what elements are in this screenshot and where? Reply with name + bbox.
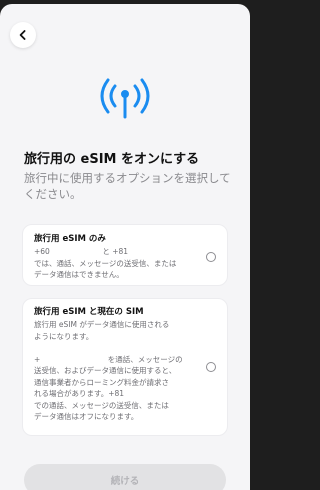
continue-button[interactable]: 続ける: [24, 464, 226, 490]
page-title: 旅行用の eSIM をオンにする: [24, 152, 200, 167]
antenna-broadcast-icon: [100, 78, 150, 119]
option-text-line: 通信事業者からローミング料金が請求さ: [34, 377, 169, 387]
option-travel-esim-only[interactable]: 旅行用 eSIM のみ +60 と +81 では、通話、メッセージの送受信、また…: [22, 224, 228, 286]
option-title: 旅行用 eSIM のみ: [34, 234, 106, 244]
option-text-line: 旅行用 eSIM がデータ通信に使用される: [34, 320, 170, 329]
option-text-line: では、通話、メッセージの送受信、または: [34, 258, 177, 268]
option-text-line: [34, 342, 202, 354]
option-text-line: データ通信はできません。: [34, 270, 124, 279]
option-description: 旅行用 eSIM がデータ通信に使用される ようになります。 + を通話、メッセ…: [34, 319, 202, 423]
option-travel-esim-and-current-sim[interactable]: 旅行用 eSIM と現在の SIM 旅行用 eSIM がデータ通信に使用される …: [22, 298, 228, 436]
radio-button[interactable]: [206, 362, 216, 372]
option-description: +60 と +81 では、通話、メッセージの送受信、または データ通信はできませ…: [34, 246, 202, 281]
option-text-line: + を通話、メッセージの: [34, 354, 183, 364]
option-text-line: データ通信はオフになります。: [34, 412, 139, 421]
option-title: 旅行用 eSIM と現在の SIM: [34, 307, 144, 317]
option-text-line: +60 と +81: [34, 247, 129, 256]
option-text-line: での通話、メッセージの送受信、または: [34, 400, 169, 410]
radio-button[interactable]: [206, 252, 216, 262]
option-text-line: ようになります。: [34, 331, 94, 341]
page-subtitle: 旅行中に使用するオプションを選択してください。: [24, 171, 231, 201]
back-button[interactable]: [10, 22, 36, 48]
option-text-line: 送受信、およびデータ通信に使用すると、: [34, 366, 177, 375]
bottom-sheet: 旅行用の eSIM をオンにする 旅行中に使用するオプションを選択してください。…: [0, 4, 250, 490]
chevron-left-icon: [19, 30, 26, 40]
option-text-line: れる場合があります。+81: [34, 389, 125, 398]
